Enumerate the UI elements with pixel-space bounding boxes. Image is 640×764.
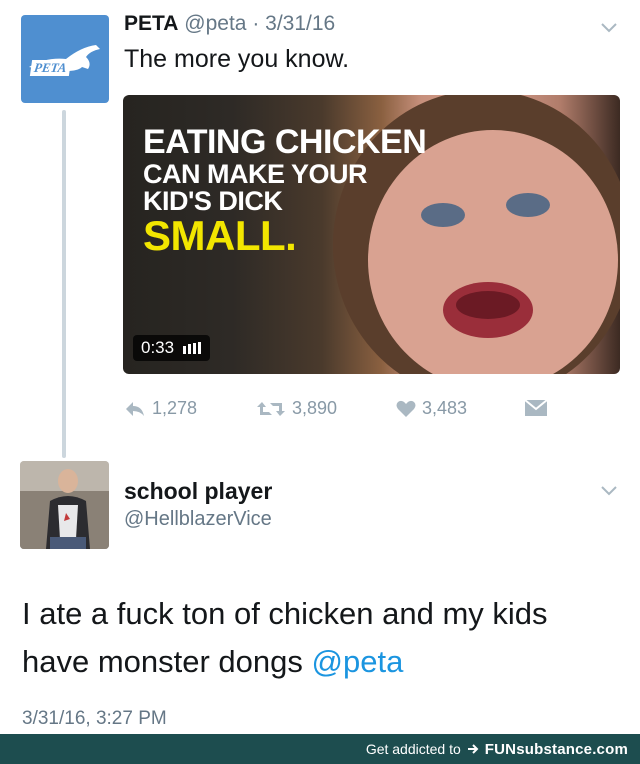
caption-line-4: SMALL. xyxy=(143,212,297,259)
chevron-down-icon[interactable] xyxy=(600,22,618,34)
reply-avatar[interactable] xyxy=(20,461,109,549)
video-duration: 0:33 xyxy=(141,338,175,357)
tweet-text: The more you know. xyxy=(124,45,350,73)
peta-logo-text: PETA xyxy=(29,60,71,76)
thread-line xyxy=(62,110,66,458)
message-icon[interactable] xyxy=(524,399,548,417)
retweet-icon xyxy=(257,401,285,416)
watermark-footer: Get addicted to FUNsubstance.com xyxy=(0,734,640,764)
heart-icon xyxy=(396,400,416,417)
caption-line-3: KID'S DICK xyxy=(143,186,283,216)
reply-author-handle[interactable]: @HellblazerVice xyxy=(124,508,272,531)
footer-prefix: Get addicted to xyxy=(365,741,461,757)
reply-count: 1,278 xyxy=(152,398,198,418)
video-caption: EATING CHICKEN CAN MAKE YOUR KID'S DICK … xyxy=(143,123,427,259)
mention-link[interactable]: @peta xyxy=(312,644,404,679)
like-count: 3,483 xyxy=(422,398,468,418)
arrow-right-icon xyxy=(467,744,479,754)
tweet-header: PETA @peta · 3/31/16 xyxy=(124,12,335,36)
retweet-action[interactable]: 3,890 xyxy=(256,398,337,419)
author-name[interactable]: PETA xyxy=(124,12,178,35)
volume-bars-icon xyxy=(183,342,202,354)
retweet-count: 3,890 xyxy=(292,398,338,418)
footer-brand[interactable]: FUNsubstance.com xyxy=(485,741,628,758)
peta-avatar[interactable]: PETA xyxy=(21,15,109,103)
video-thumbnail[interactable]: EATING CHICKEN CAN MAKE YOUR KID'S DICK … xyxy=(123,95,620,374)
reply-timestamp[interactable]: 3/31/16, 3:27 PM xyxy=(22,708,167,730)
reply-text-body: I ate a fuck ton of chicken and my kids … xyxy=(22,596,548,679)
reply-text: I ate a fuck ton of chicken and my kids … xyxy=(22,590,622,686)
video-duration-badge: 0:33 xyxy=(133,335,211,361)
chevron-down-icon[interactable] xyxy=(600,485,618,497)
author-handle-date[interactable]: @peta · 3/31/16 xyxy=(184,12,335,35)
reply-icon xyxy=(126,401,144,416)
caption-line-2: CAN MAKE YOUR xyxy=(143,159,368,189)
avatar-photo xyxy=(20,461,109,549)
reply-action[interactable]: 1,278 xyxy=(124,398,197,419)
caption-line-1: EATING CHICKEN xyxy=(143,123,427,161)
like-action[interactable]: 3,483 xyxy=(396,398,467,419)
reply-author-name[interactable]: school player xyxy=(124,478,272,505)
